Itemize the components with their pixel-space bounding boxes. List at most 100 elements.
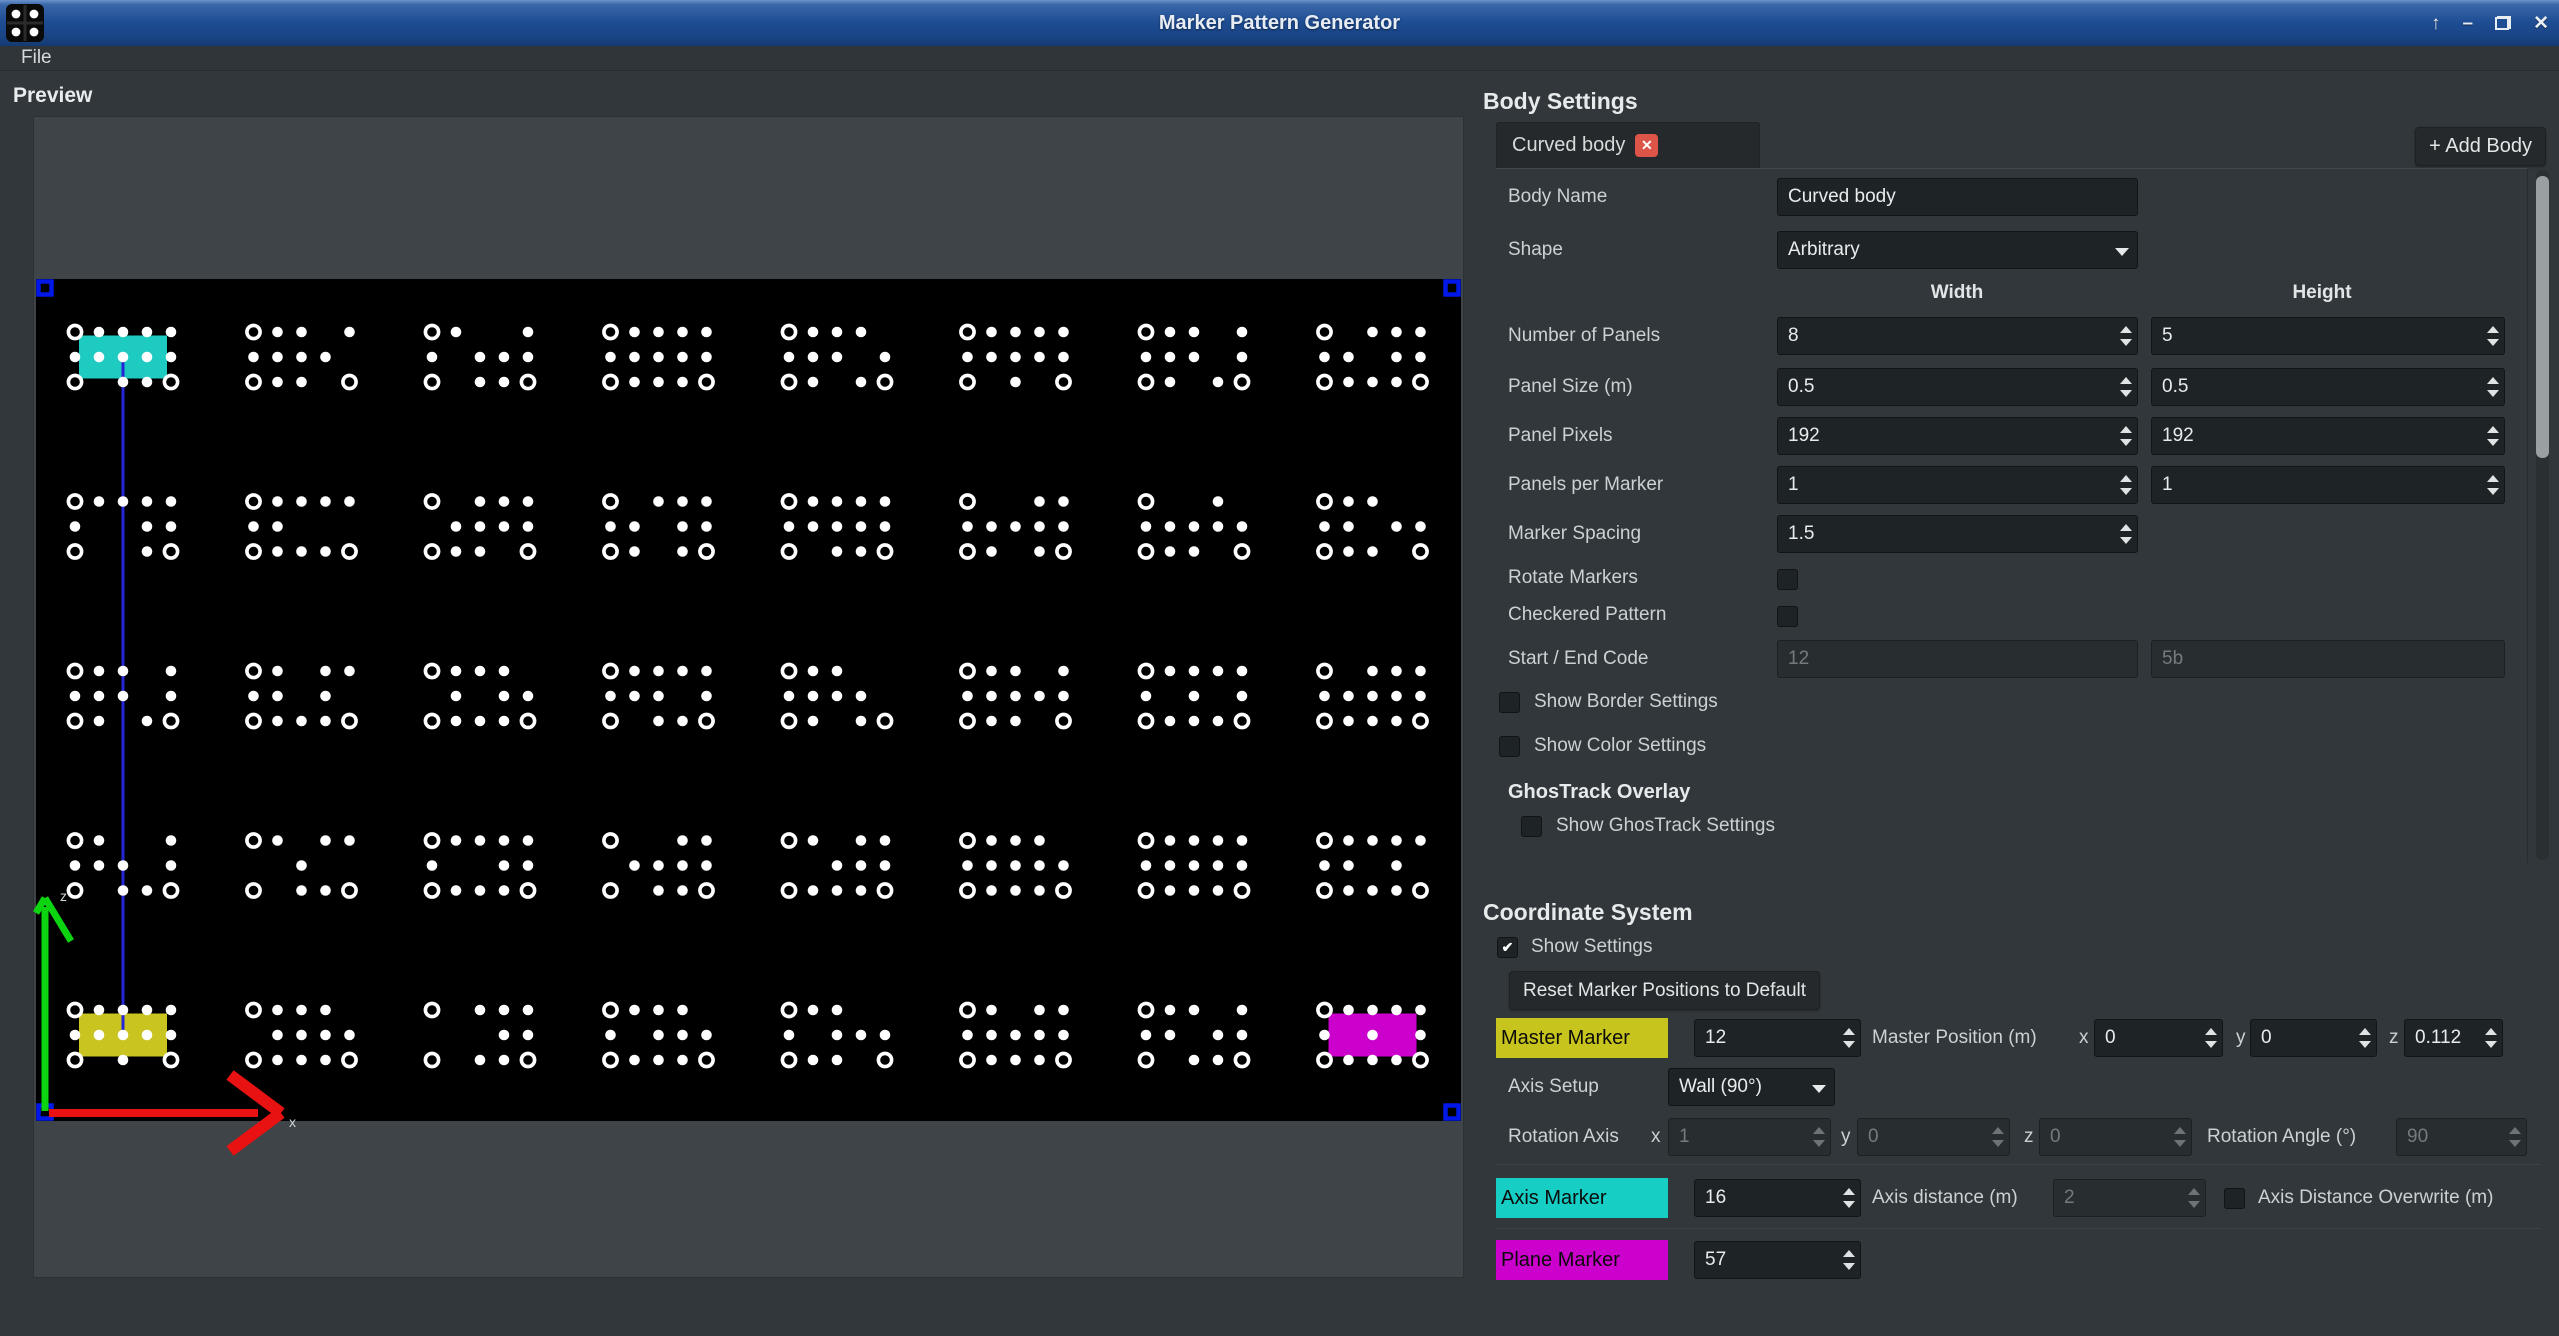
marker-dot (296, 546, 307, 557)
spinner-buttons[interactable] (2482, 418, 2504, 454)
spinner-buttons[interactable] (2183, 1180, 2205, 1216)
marker-dot (499, 860, 510, 871)
marker-dot (94, 716, 105, 727)
marker-dot (1034, 327, 1045, 338)
marker-dot (808, 691, 819, 702)
panels-width-spinbox[interactable]: 8 (1777, 317, 2138, 355)
spinner-buttons[interactable] (2482, 318, 2504, 354)
marker-dot (1367, 1005, 1378, 1016)
marker-dot (451, 691, 462, 702)
master-x-label: x (2079, 1027, 2089, 1049)
rotate-markers-checkbox[interactable] (1777, 569, 1798, 590)
panels-height-spinbox[interactable]: 5 (2151, 317, 2505, 355)
spinner-buttons[interactable] (2200, 1020, 2222, 1056)
spinner-buttons[interactable] (1838, 1242, 1860, 1278)
spinner-buttons[interactable] (2115, 369, 2137, 405)
add-body-button[interactable]: + Add Body (2415, 127, 2546, 166)
marker-dot (1237, 691, 1248, 702)
marker-dot (1319, 860, 1330, 871)
marker-dot (701, 327, 712, 338)
marker-dot (1237, 521, 1248, 532)
panels-per-marker-height-spinbox[interactable]: 1 (2151, 466, 2505, 504)
axis-distance-spinbox[interactable]: 2 (2053, 1179, 2206, 1217)
rotation-y-spinbox[interactable]: 0 (1857, 1118, 2010, 1156)
panel-pixels-width-spinbox[interactable]: 192 (1777, 417, 2138, 455)
panel-size-height-spinbox[interactable]: 0.5 (2151, 368, 2505, 406)
spinner-buttons[interactable] (2115, 467, 2137, 503)
spinner-buttons[interactable] (1808, 1119, 1830, 1155)
preview-svg[interactable]: zx (34, 117, 1463, 1277)
panels-per-marker-width-spinbox[interactable]: 1 (1777, 466, 2138, 504)
settings-scrollbar-thumb[interactable] (2536, 176, 2549, 458)
body-settings-title: Body Settings (1483, 88, 1638, 115)
axis-marker-id-spinbox[interactable]: 16 (1694, 1179, 1861, 1217)
rotation-angle-spinbox[interactable]: 90 (2396, 1118, 2527, 1156)
marker-spacing-label: Marker Spacing (1508, 523, 1641, 545)
tab-close-icon[interactable]: ✕ (1635, 134, 1658, 157)
menu-file[interactable]: File (0, 47, 66, 69)
spinner-buttons[interactable] (2354, 1020, 2376, 1056)
axis-setup-dropdown[interactable]: Wall (90°) (1668, 1068, 1835, 1106)
marker-spacing-spinbox[interactable]: 1.5 (1777, 515, 2138, 553)
rotation-z-spinbox[interactable]: 0 (2039, 1118, 2192, 1156)
spinner-buttons[interactable] (2169, 1119, 2191, 1155)
marker-dot (677, 1005, 688, 1016)
show-border-settings-checkbox[interactable] (1499, 692, 1520, 713)
marker-dot (1237, 835, 1248, 846)
start-code-input[interactable]: 12 (1777, 640, 2138, 678)
show-ghostrack-settings-checkbox[interactable] (1521, 816, 1542, 837)
marker-dot (1010, 521, 1021, 532)
shape-dropdown[interactable]: Arbitrary (1777, 231, 2138, 269)
show-settings-checkbox[interactable] (1497, 937, 1518, 958)
width-column-header: Width (1931, 282, 1984, 304)
marker-dot (856, 496, 867, 507)
marker-dot (1141, 860, 1152, 871)
master-y-spinbox[interactable]: 0 (2250, 1019, 2377, 1057)
spinner-buttons[interactable] (2115, 318, 2137, 354)
marker-dot (1367, 835, 1378, 846)
marker-dot (1213, 496, 1224, 507)
tab-curved-body[interactable]: Curved body ✕ (1496, 122, 1760, 168)
marker-canvas[interactable] (36, 279, 1461, 1121)
axis-distance-overwrite-checkbox[interactable] (2224, 1188, 2245, 1209)
spinner-buttons[interactable] (2504, 1119, 2526, 1155)
master-z-spinbox[interactable]: 0.112 (2404, 1019, 2503, 1057)
master-marker-id-spinbox[interactable]: 12 (1694, 1019, 1861, 1057)
marker-dot (808, 377, 819, 388)
marker-dot (166, 327, 177, 338)
spinner-buttons[interactable] (2482, 467, 2504, 503)
marker-dot (653, 691, 664, 702)
marker-dot (499, 377, 510, 388)
end-code-input[interactable]: 5b (2151, 640, 2505, 678)
marker-dot (1237, 327, 1248, 338)
marker-dot (880, 1030, 891, 1041)
marker-dot (677, 496, 688, 507)
show-color-settings-checkbox[interactable] (1499, 736, 1520, 757)
rotation-x-spinbox[interactable]: 1 (1668, 1118, 1831, 1156)
rotation-angle-label: Rotation Angle (°) (2207, 1126, 2356, 1148)
spinner-buttons[interactable] (1838, 1020, 1860, 1056)
marker-dot (1367, 691, 1378, 702)
spinner-buttons[interactable] (2482, 369, 2504, 405)
marker-dot (320, 691, 331, 702)
panel-pixels-height-spinbox[interactable]: 192 (2151, 417, 2505, 455)
spinner-buttons[interactable] (2480, 1020, 2502, 1056)
body-name-input[interactable]: Curved body (1777, 178, 2138, 216)
marker-dot (296, 1005, 307, 1016)
marker-dot (856, 327, 867, 338)
spinner-buttons[interactable] (1987, 1119, 2009, 1155)
reset-marker-positions-button[interactable]: Reset Marker Positions to Default (1509, 971, 1820, 1010)
marker-dot (1213, 835, 1224, 846)
spinner-buttons[interactable] (2115, 418, 2137, 454)
panel-size-width-spinbox[interactable]: 0.5 (1777, 368, 2138, 406)
spinner-buttons[interactable] (1838, 1180, 1860, 1216)
plane-marker-id-spinbox[interactable]: 57 (1694, 1241, 1861, 1279)
spinner-buttons[interactable] (2115, 516, 2137, 552)
marker-dot (475, 835, 486, 846)
marker-dot (320, 835, 331, 846)
master-x-spinbox[interactable]: 0 (2094, 1019, 2223, 1057)
marker-dot (832, 860, 843, 871)
marker-dot (1010, 835, 1021, 846)
marker-dot (1141, 521, 1152, 532)
checkered-pattern-checkbox[interactable] (1777, 606, 1798, 627)
